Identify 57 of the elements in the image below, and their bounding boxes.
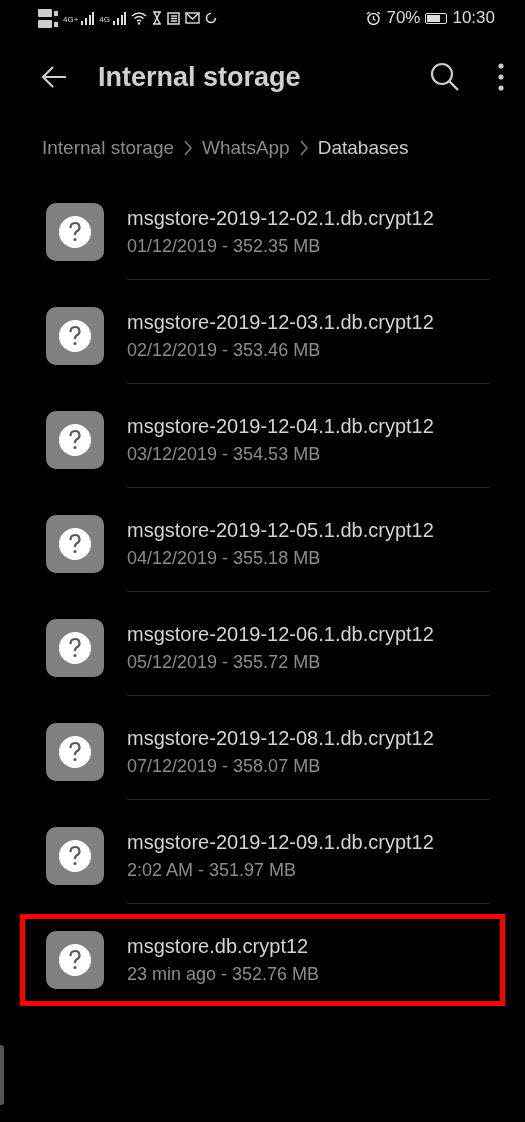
network-label: 4G+	[63, 14, 79, 24]
file-details: 05/12/2019 - 355.72 MB	[127, 651, 322, 673]
file-item[interactable]: msgstore-2019-12-09.1.db.crypt12 2:02 AM - 351.97 MB	[20, 804, 505, 908]
unknown-file-icon	[46, 515, 104, 573]
back-button[interactable]	[40, 65, 68, 89]
file-item[interactable]: msgstore-2019-12-04.1.db.crypt12 03/12/2019 - 354.53 MB	[20, 388, 505, 492]
unknown-file-icon	[46, 307, 104, 365]
file-name: msgstore.db.crypt12	[127, 935, 310, 958]
file-item[interactable]: msgstore-2019-12-03.1.db.crypt12 02/12/2019 - 353.46 MB	[20, 284, 505, 388]
file-item[interactable]: msgstore.db.crypt12 23 min ago - 352.76 MB	[20, 914, 505, 1006]
file-name: msgstore-2019-12-03.1.db.crypt12	[127, 310, 435, 334]
chevron-icon	[298, 140, 309, 156]
file-details: 01/12/2019 - 352.35 MB	[127, 235, 322, 257]
news-icon	[167, 11, 180, 25]
file-item[interactable]: msgstore-2019-12-05.1.db.crypt12 04/12/2019 - 355.18 MB	[20, 492, 505, 596]
breadcrumb-link[interactable]: Internal storage	[42, 137, 175, 159]
file-item[interactable]: msgstore-2019-12-06.1.db.crypt12 05/12/2019 - 355.72 MB	[20, 596, 505, 700]
breadcrumb-link[interactable]: WhatsApp	[202, 137, 290, 159]
sync-icon	[205, 12, 217, 24]
battery-percentage: 70%	[386, 8, 421, 28]
mail-icon	[185, 12, 200, 24]
wifi-icon	[131, 11, 147, 25]
clock: 10:30	[452, 8, 495, 28]
more-options-button[interactable]	[497, 63, 505, 91]
file-details: 07/12/2019 - 358.07 MB	[127, 755, 322, 777]
file-details: 04/12/2019 - 355.18 MB	[127, 547, 322, 569]
unknown-file-icon	[46, 827, 104, 885]
battery-icon	[425, 12, 448, 24]
search-button[interactable]	[429, 61, 461, 93]
file-item[interactable]: msgstore-2019-12-08.1.db.crypt12 07/12/2019 - 358.07 MB	[20, 700, 505, 804]
edge-handle[interactable]	[0, 1045, 4, 1105]
file-name: msgstore-2019-12-09.1.db.crypt12	[127, 830, 435, 854]
file-details: 23 min ago - 352.76 MB	[127, 964, 321, 985]
breadcrumb-link[interactable]: Databases	[317, 137, 409, 159]
signal-icon	[112, 11, 126, 25]
file-details: 2:02 AM - 351.97 MB	[127, 859, 298, 881]
unknown-file-icon	[46, 931, 104, 989]
unknown-file-icon	[46, 203, 104, 261]
volte-icon	[38, 8, 58, 17]
hourglass-icon	[152, 11, 162, 25]
page-title: Internal storage	[98, 61, 302, 93]
file-details: 02/12/2019 - 353.46 MB	[127, 339, 322, 361]
alarm-icon	[366, 10, 382, 26]
unknown-file-icon	[46, 723, 104, 781]
file-name: msgstore-2019-12-05.1.db.crypt12	[127, 518, 435, 542]
unknown-file-icon	[46, 619, 104, 677]
file-item[interactable]: msgstore-2019-12-02.1.db.crypt12 01/12/2019 - 352.35 MB	[20, 180, 505, 284]
network-label: 4G	[99, 14, 110, 24]
file-name: msgstore-2019-12-02.1.db.crypt12	[127, 206, 435, 230]
chevron-icon	[183, 140, 194, 156]
file-details: 03/12/2019 - 354.53 MB	[127, 443, 322, 465]
file-name: msgstore-2019-12-04.1.db.crypt12	[127, 414, 435, 438]
file-name: msgstore-2019-12-08.1.db.crypt12	[127, 726, 435, 750]
volte-icon	[38, 19, 58, 28]
unknown-file-icon	[46, 411, 104, 469]
file-name: msgstore-2019-12-06.1.db.crypt12	[127, 622, 435, 646]
signal-icon	[80, 11, 95, 25]
